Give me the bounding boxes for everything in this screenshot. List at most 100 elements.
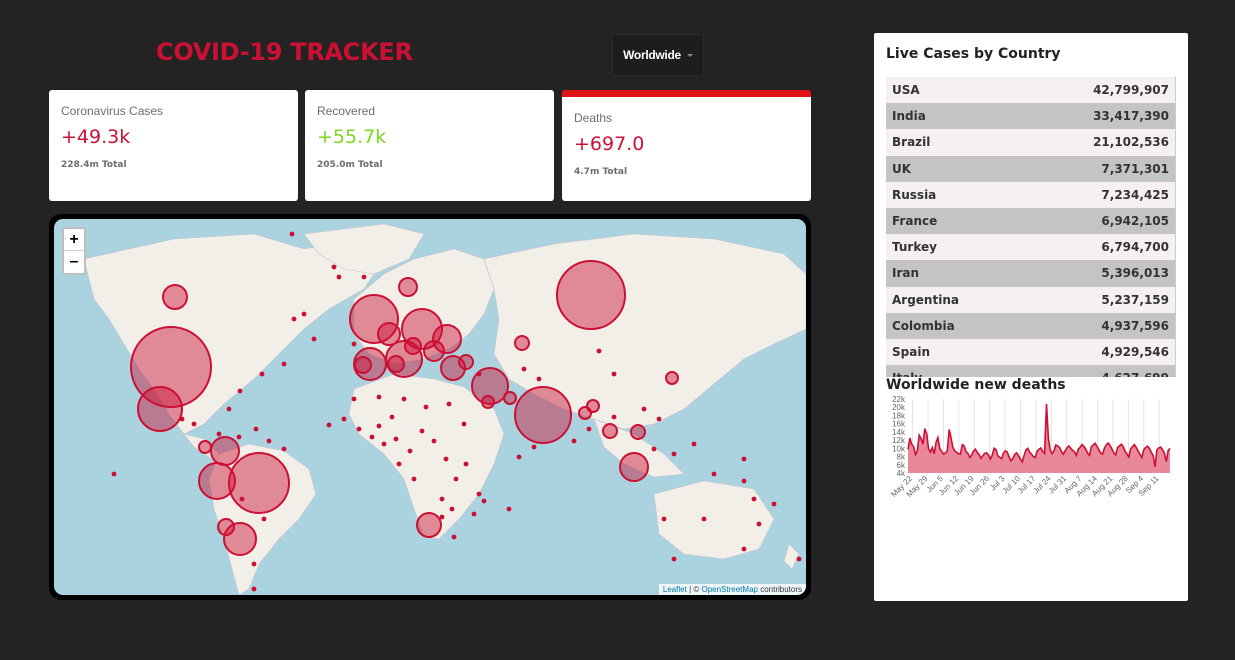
bubble-czechia[interactable] [404,337,422,355]
case-dot [796,556,802,562]
case-dot [439,514,445,520]
bubble-sweden[interactable] [398,277,418,297]
bubble-mexico[interactable] [137,386,183,432]
case-dot [661,516,667,522]
bubble-malaysia[interactable] [602,423,618,439]
case-dot [691,441,697,447]
case-dot [463,461,469,467]
bubble-philippines[interactable] [630,424,646,440]
case-dot [611,371,617,377]
case-dot [419,428,425,434]
case-dot [471,511,477,517]
case-dot [361,274,367,280]
stat-value: +49.3k [61,126,131,148]
country-name: Russia [892,187,937,202]
case-dot [251,586,257,592]
map-attribution: Leaflet | © OpenStreetMap contributors [658,584,806,595]
case-dot [506,506,512,512]
bubble-romania[interactable] [423,340,445,362]
map-canvas[interactable] [54,219,806,595]
country-cases: 6,794,700 [1101,240,1169,255]
y-tick-label: 22k [892,395,906,404]
case-dot [439,496,445,502]
country-cases: 4,937,596 [1101,318,1169,333]
bubble-peru[interactable] [210,436,240,466]
country-cases: 7,371,301 [1101,161,1169,176]
stat-value: +697.0 [574,133,645,155]
case-dot [586,426,592,432]
case-dot [356,426,362,432]
osm-link[interactable]: OpenStreetMap [701,585,757,594]
case-dot [393,436,399,442]
bubble-germany[interactable] [377,322,401,346]
stat-card-cases[interactable]: Coronavirus Cases +49.3k 228.4m Total [49,90,298,201]
case-dot [369,434,375,440]
case-dot [401,396,407,402]
bubble-indonesia[interactable] [619,452,649,482]
case-dot [741,546,747,552]
right-panel: Live Cases by Country USA 42,799,907 India… [874,33,1188,601]
bubble-india[interactable] [514,386,572,444]
land-masses [83,223,806,595]
bubble-myanmar[interactable] [578,406,592,420]
case-dot [253,426,259,432]
bubble-kazakhstan[interactable] [514,335,530,351]
bubble-brazil[interactable] [228,452,290,514]
zoom-out-button[interactable]: – [64,251,84,273]
bubble-georgia[interactable] [458,354,474,370]
leaflet-link[interactable]: Leaflet [663,585,687,594]
bubble-portugal[interactable] [354,356,372,374]
case-dot [289,231,295,237]
country-name: UK [892,161,912,176]
case-dot [481,498,487,504]
bubble-chile[interactable] [217,518,235,536]
table-row: Turkey 6,794,700 [886,234,1175,261]
case-dot [381,441,387,447]
country-table[interactable]: USA 42,799,907 India 33,417,390 Brazil 21,102… [886,77,1176,378]
bubble-russia[interactable] [556,260,626,330]
graph-title: Worldwide new deaths [886,377,1176,393]
table-row: Colombia 4,937,596 [886,312,1175,339]
bubble-colombia[interactable] [198,462,236,500]
case-dot [191,421,197,427]
case-dot [396,461,402,467]
country-name: Turkey [892,240,937,255]
case-dot [301,311,307,317]
bubble-iraq[interactable] [481,395,495,409]
bubble-south-africa[interactable] [416,512,442,538]
deaths-line-graph[interactable]: 4k6k8k10k12k14k16k18k20k22kMay 22May 29J… [874,393,1188,553]
stat-card-deaths[interactable]: Deaths +697.0 4.7m Total [562,90,811,201]
country-name: Spain [892,344,930,359]
case-dot [336,274,342,280]
bubble-cuba[interactable] [198,440,212,454]
table-row: Russia 7,234,425 [886,181,1175,208]
country-select[interactable]: Worldwide [612,34,704,76]
case-dot [179,416,185,422]
bubble-japan[interactable] [665,371,679,385]
case-dot [259,371,265,377]
case-dot [326,422,332,428]
case-dot [756,521,762,527]
bubble-france[interactable] [387,355,405,373]
y-tick-label: 20k [892,403,906,412]
case-dot [671,556,677,562]
bubble-pakistan[interactable] [503,391,517,405]
y-tick-label: 8k [897,453,906,462]
table-row: Argentina 5,237,159 [886,286,1175,313]
case-dot [331,264,337,270]
y-tick-label: 16k [892,420,906,429]
case-dot [651,446,657,452]
attribution-suffix: contributors [757,585,802,594]
land-australia [653,480,775,560]
country-cases: 7,234,425 [1101,187,1169,202]
stat-card-recovered[interactable]: Recovered +55.7k 205.0m Total [305,90,554,201]
case-dot [751,496,757,502]
case-dot [656,416,662,422]
land-new-zealand [783,543,800,570]
case-dot [237,388,243,394]
case-dot [341,416,347,422]
bubble-canada[interactable] [162,284,188,310]
case-dot [641,406,647,412]
world-map[interactable]: + – Leaflet | © OpenStreetMap contributo… [54,219,806,595]
zoom-in-button[interactable]: + [64,229,84,251]
